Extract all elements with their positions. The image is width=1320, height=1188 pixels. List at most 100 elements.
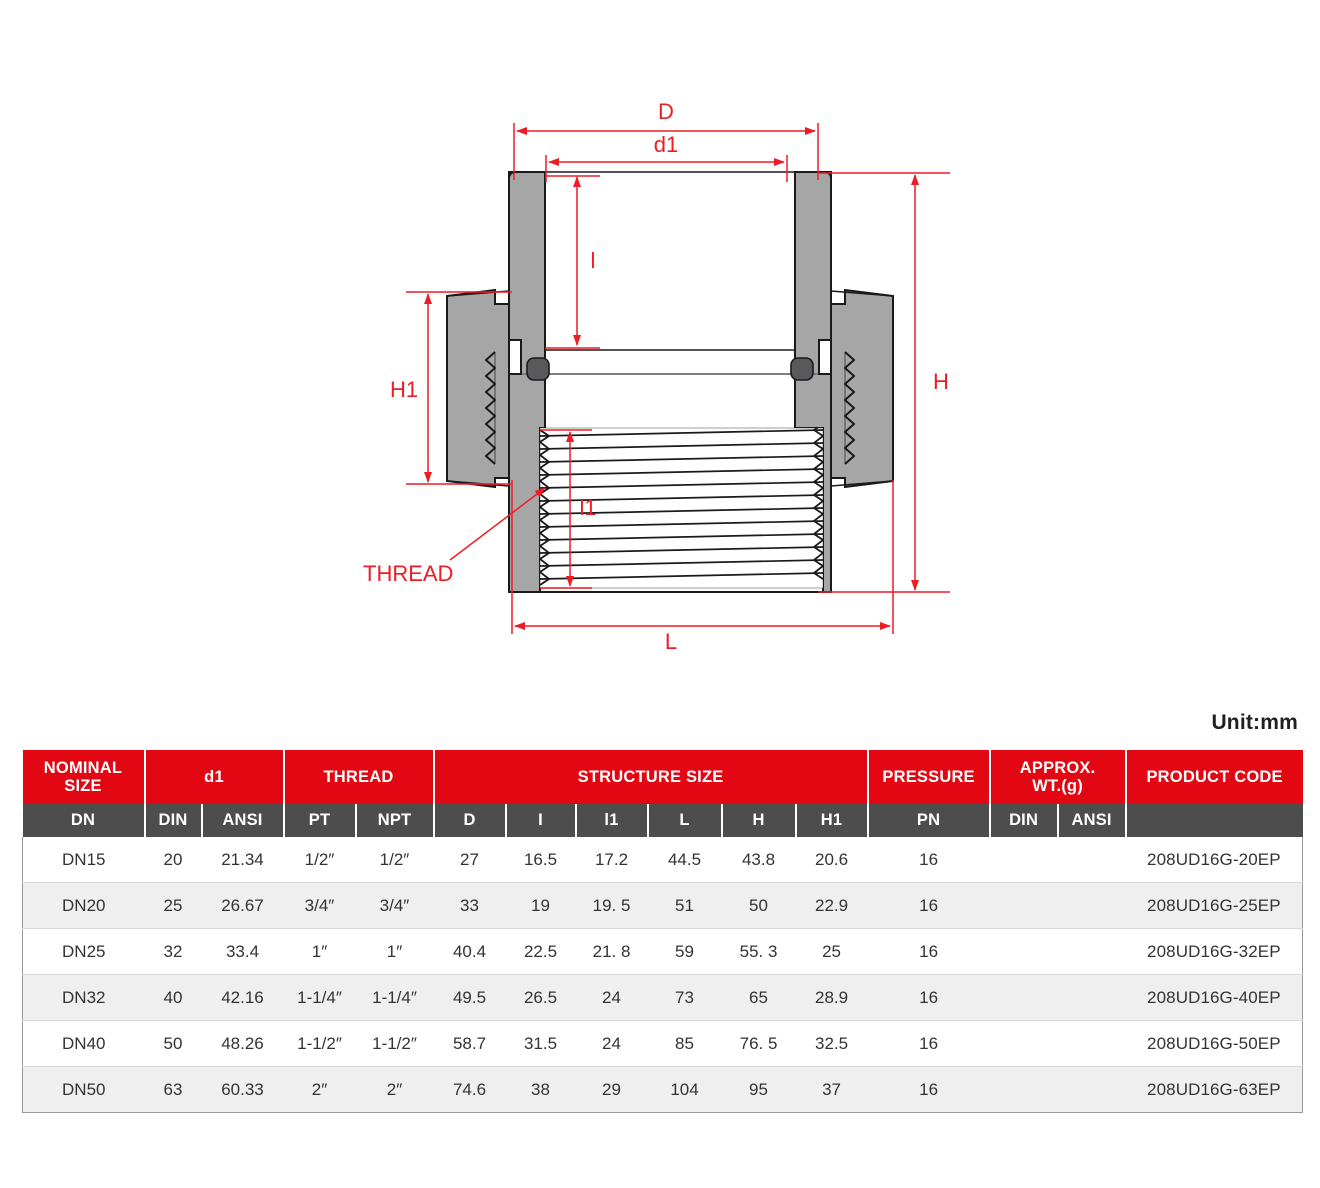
cell-wt-ansi — [1057, 974, 1126, 1021]
cell-d1-ansi: 21.34 — [201, 837, 284, 883]
header-d1: d1 — [144, 750, 285, 804]
cell-code: 208UD16G-63EP — [1125, 1066, 1303, 1113]
unit-note: Unit:mm — [1211, 711, 1298, 734]
subheader-d1-ansi: ANSI — [201, 804, 285, 837]
header-approx-wt-line1: APPROX. — [1019, 758, 1096, 777]
cell-pt: 2″ — [283, 1066, 356, 1113]
table-row: DN40 50 48.26 1-1/2″ 1-1/2″ 58.7 31.5 24 85 76. 5… — [22, 1020, 1303, 1067]
cell-D: 33 — [433, 882, 506, 929]
cell-D: 74.6 — [433, 1066, 506, 1113]
cell-code: 208UD16G-20EP — [1125, 837, 1303, 883]
subheader-D: D — [433, 804, 507, 837]
cell-code: 208UD16G-32EP — [1125, 928, 1303, 975]
cell-d1-din: 25 — [144, 882, 202, 929]
subheader-H: H — [721, 804, 797, 837]
cell-dn: DN40 — [22, 1020, 145, 1067]
technical-drawing: D d1 l H1 H l1 L THREAD — [0, 0, 1320, 690]
cell-wt-ansi — [1057, 837, 1126, 883]
cell-L: 85 — [647, 1020, 722, 1067]
cell-d1-din: 20 — [144, 837, 202, 883]
cell-d1-ansi: 42.16 — [201, 974, 284, 1021]
cell-pn: 16 — [867, 1066, 990, 1113]
cell-H1: 20.6 — [795, 837, 868, 883]
cell-d1-ansi: 48.26 — [201, 1020, 284, 1067]
dimension-label-l1: l1 — [579, 495, 596, 520]
cell-dn: DN25 — [22, 928, 145, 975]
cell-H1: 28.9 — [795, 974, 868, 1021]
dimension-label-l: l — [591, 248, 596, 273]
subheader-pt: PT — [283, 804, 357, 837]
subheader-code — [1125, 804, 1303, 837]
table-row: DN50 63 60.33 2″ 2″ 74.6 38 29 104 95 37 16 208UD16G… — [22, 1066, 1303, 1113]
subheader-wt-ansi: ANSI — [1057, 804, 1127, 837]
cell-d1-ansi: 33.4 — [201, 928, 284, 975]
cell-wt-ansi — [1057, 1020, 1126, 1067]
cell-l1: 24 — [575, 974, 648, 1021]
cell-L: 104 — [647, 1066, 722, 1113]
specification-table: NOMINAL SIZE d1 THREAD STRUCTURE SIZE PR… — [22, 750, 1303, 1113]
cell-d1-din: 50 — [144, 1020, 202, 1067]
table-row: DN32 40 42.16 1-1/4″ 1-1/4″ 49.5 26.5 24 73 65 28.… — [22, 974, 1303, 1021]
cell-d1-ansi: 60.33 — [201, 1066, 284, 1113]
table-row: DN20 25 26.67 3/4″ 3/4″ 33 19 19. 5 51 50 22.9 16 20… — [22, 882, 1303, 929]
cell-pn: 16 — [867, 837, 990, 883]
cell-H: 95 — [721, 1066, 796, 1113]
cell-H1: 37 — [795, 1066, 868, 1113]
cell-dn: DN20 — [22, 882, 145, 929]
cell-wt-din — [989, 837, 1058, 883]
table-subheader-row: DN DIN ANSI PT NPT D I l1 L H H1 PN DIN … — [22, 804, 1303, 837]
cell-H: 65 — [721, 974, 796, 1021]
oring-seal-left — [526, 357, 550, 381]
cell-I: 22.5 — [505, 928, 576, 975]
cell-dn: DN50 — [22, 1066, 145, 1113]
header-thread: THREAD — [283, 750, 435, 804]
cell-l1: 21. 8 — [575, 928, 648, 975]
cell-dn: DN32 — [22, 974, 145, 1021]
cell-pt: 1-1/2″ — [283, 1020, 356, 1067]
cell-L: 73 — [647, 974, 722, 1021]
table-body: DN15 20 21.34 1/2″ 1/2″ 27 16.5 17.2 44.5 43.8 20.… — [22, 837, 1303, 1113]
header-structure-size: STRUCTURE SIZE — [433, 750, 869, 804]
cell-npt: 1″ — [355, 928, 434, 975]
table-row: DN25 32 33.4 1″ 1″ 40.4 22.5 21. 8 59 55. 3 25 16 20… — [22, 928, 1303, 975]
cell-wt-din — [989, 1066, 1058, 1113]
cell-pn: 16 — [867, 882, 990, 929]
cell-I: 31.5 — [505, 1020, 576, 1067]
subheader-d1-din: DIN — [144, 804, 203, 837]
cell-d1-din: 32 — [144, 928, 202, 975]
cell-I: 38 — [505, 1066, 576, 1113]
cell-pt: 1-1/4″ — [283, 974, 356, 1021]
cell-dn: DN15 — [22, 837, 145, 883]
subheader-npt: NPT — [355, 804, 435, 837]
cell-H: 50 — [721, 882, 796, 929]
oring-seal-right — [790, 357, 814, 381]
cell-H1: 22.9 — [795, 882, 868, 929]
cell-H: 76. 5 — [721, 1020, 796, 1067]
cell-L: 59 — [647, 928, 722, 975]
cell-L: 51 — [647, 882, 722, 929]
subheader-H1: H1 — [795, 804, 869, 837]
cell-pt: 3/4″ — [283, 882, 356, 929]
cell-npt: 1-1/2″ — [355, 1020, 434, 1067]
cell-D: 27 — [433, 837, 506, 883]
cell-wt-din — [989, 1020, 1058, 1067]
cell-code: 208UD16G-40EP — [1125, 974, 1303, 1021]
cell-d1-ansi: 26.67 — [201, 882, 284, 929]
cell-pn: 16 — [867, 1020, 990, 1067]
dimension-label-D: D — [658, 99, 674, 124]
cell-npt: 3/4″ — [355, 882, 434, 929]
cell-H1: 25 — [795, 928, 868, 975]
cell-l1: 29 — [575, 1066, 648, 1113]
cell-l1: 19. 5 — [575, 882, 648, 929]
subheader-L: L — [647, 804, 723, 837]
dimension-label-thread: THREAD — [363, 561, 453, 586]
dimension-d1 — [545, 155, 788, 182]
dimension-label-H1: H1 — [390, 377, 418, 402]
header-approx-wt-line2: WT.(g) — [1032, 777, 1083, 795]
specification-table-wrapper: NOMINAL SIZE d1 THREAD STRUCTURE SIZE PR… — [22, 750, 1303, 1113]
header-nominal-size-line2: SIZE — [64, 777, 102, 795]
cell-I: 16.5 — [505, 837, 576, 883]
cell-H1: 32.5 — [795, 1020, 868, 1067]
cell-D: 49.5 — [433, 974, 506, 1021]
fitting-cross-section-svg: D d1 l H1 H l1 L THREAD — [363, 99, 950, 654]
